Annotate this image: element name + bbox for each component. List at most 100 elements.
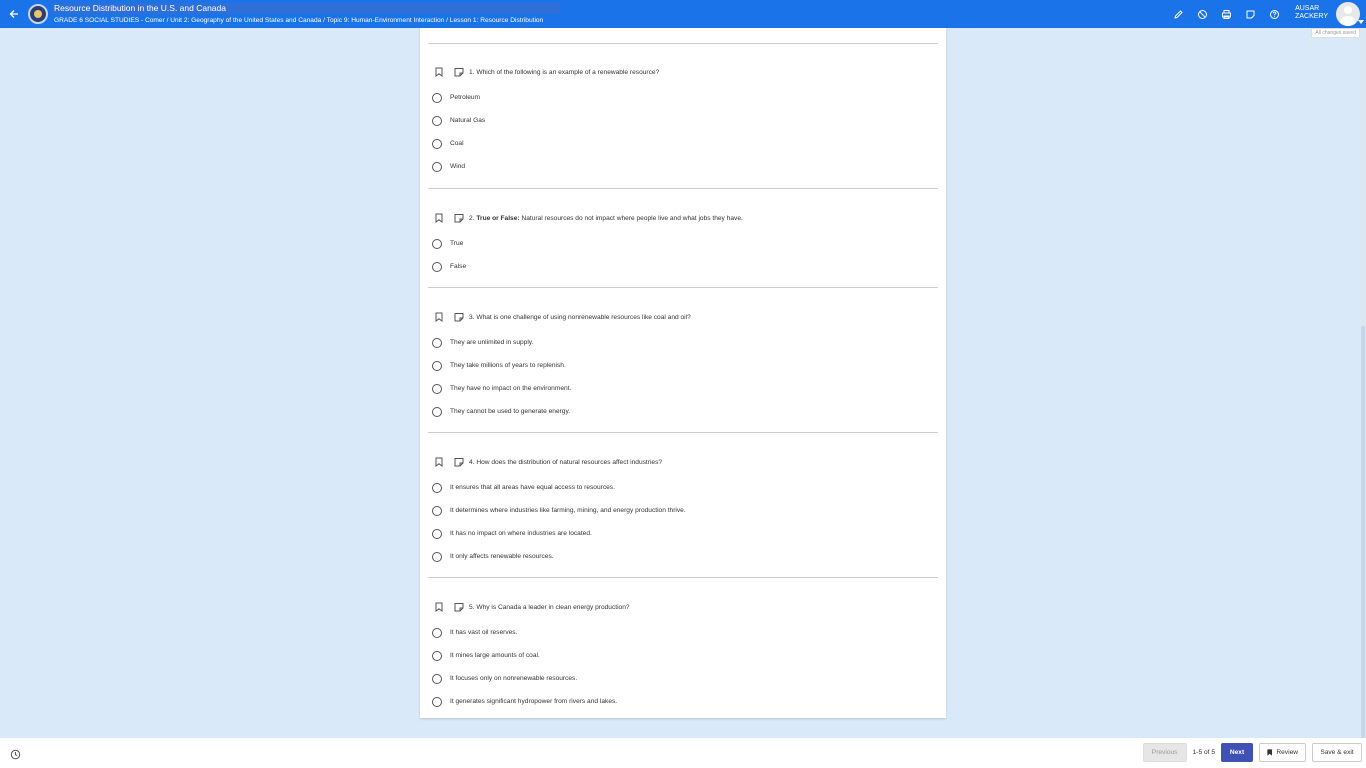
question-4: 4. How does the distribution of natural … — [428, 456, 938, 568]
highlighter-button[interactable] — [1170, 6, 1186, 22]
question-text: 4. How does the distribution of natural … — [469, 458, 663, 466]
arrow-left-icon — [9, 10, 18, 18]
radio-button[interactable] — [432, 406, 442, 417]
answer-option[interactable]: They are unlimited in supply. — [432, 331, 938, 354]
note-button[interactable] — [454, 67, 464, 77]
divider — [428, 432, 938, 433]
eliminator-button[interactable] — [1194, 6, 1210, 22]
answer-option[interactable]: Coal — [432, 132, 938, 155]
radio-button[interactable] — [432, 650, 442, 661]
answer-option[interactable]: It has vast oil reserves. — [432, 621, 938, 644]
question-2: 2. True or False: Natural resources do n… — [428, 212, 938, 278]
clock-icon — [10, 749, 21, 760]
bookmark-button[interactable] — [434, 67, 444, 77]
note-button[interactable] — [454, 457, 464, 467]
note-button[interactable] — [454, 213, 464, 223]
question-1: 1. Which of the following is an example … — [428, 66, 938, 178]
radio-button[interactable] — [432, 696, 442, 707]
divider — [428, 577, 938, 578]
question-text: 2. True or False: Natural resources do n… — [469, 214, 743, 222]
answer-option[interactable]: It determines where industries like farm… — [432, 499, 938, 522]
bookmark-button[interactable] — [434, 213, 444, 223]
answer-option[interactable]: It focuses only on nonrenewable resource… — [432, 667, 938, 690]
radio-button[interactable] — [432, 551, 442, 562]
previous-button[interactable]: Previous — [1142, 743, 1187, 762]
radio-button[interactable] — [432, 92, 442, 103]
answer-option[interactable]: They have no impact on the environment. — [432, 377, 938, 400]
avatar[interactable] — [1336, 2, 1360, 26]
answer-option[interactable]: It only affects renewable resources. — [432, 545, 938, 568]
answer-option[interactable]: They take millions of years to replenish… — [432, 354, 938, 377]
pager-text: 1-5 of 5 — [1192, 749, 1215, 756]
bookmark-icon — [435, 213, 443, 223]
answer-option[interactable]: Petroleum — [432, 86, 938, 109]
sticky-note-icon — [454, 68, 464, 77]
sticky-note-icon — [454, 458, 464, 467]
page-title: Resource Distribution in the U.S. and Ca… — [52, 2, 560, 14]
bookmark-icon — [435, 602, 443, 612]
answer-option[interactable]: False — [432, 255, 938, 278]
answer-option[interactable]: Natural Gas — [432, 109, 938, 132]
answer-option[interactable]: It generates significant hydropower from… — [432, 690, 938, 713]
sticky-note-icon — [454, 313, 464, 322]
radio-button[interactable] — [432, 505, 442, 516]
question-text: 3. What is one challenge of using nonren… — [469, 313, 691, 321]
radio-button[interactable] — [432, 161, 442, 172]
back-button[interactable] — [0, 0, 28, 28]
user-last-name: ZACKERY — [1295, 13, 1328, 20]
divider — [428, 188, 938, 189]
answer-option[interactable]: It ensures that all areas have equal acc… — [432, 476, 938, 499]
questions-card: 1. Which of the following is an example … — [420, 28, 946, 718]
answer-option[interactable]: They cannot be used to generate energy. — [432, 400, 938, 423]
radio-button[interactable] — [432, 528, 442, 539]
user-name[interactable]: AUSAR ZACKERY — [1295, 5, 1328, 21]
bookmark-button[interactable] — [434, 457, 444, 467]
note-button[interactable] — [454, 312, 464, 322]
radio-button[interactable] — [432, 360, 442, 371]
top-bar: Resource Distribution in the U.S. and Ca… — [0, 0, 1366, 28]
save-exit-button[interactable]: Save & exit — [1312, 743, 1362, 762]
bookmark-button[interactable] — [434, 312, 444, 322]
answer-option[interactable]: True — [432, 232, 938, 255]
sticky-note-icon — [454, 603, 464, 612]
help-button[interactable] — [1266, 6, 1282, 22]
radio-button[interactable] — [432, 337, 442, 348]
save-status: All changes saved — [1311, 28, 1360, 38]
question-3: 3. What is one challenge of using nonren… — [428, 311, 938, 423]
user-first-name: AUSAR — [1295, 5, 1320, 12]
radio-button[interactable] — [432, 627, 442, 638]
note-button[interactable] — [454, 602, 464, 612]
radio-button[interactable] — [432, 115, 442, 126]
review-button[interactable]: Review — [1259, 743, 1306, 762]
radio-button[interactable] — [432, 261, 442, 272]
breadcrumb: GRADE 6 SOCIAL STUDIES - Comer / Unit 2:… — [54, 16, 544, 24]
help-circle-icon — [1269, 9, 1279, 19]
bookmark-icon — [1267, 749, 1272, 756]
radio-button[interactable] — [432, 673, 442, 684]
bookmark-button[interactable] — [434, 602, 444, 612]
district-logo — [28, 4, 48, 24]
bookmark-icon — [435, 312, 443, 322]
notes-button[interactable] — [1242, 6, 1258, 22]
print-button[interactable] — [1218, 6, 1234, 22]
answer-option[interactable]: It has no impact on where industries are… — [432, 522, 938, 545]
sticky-note-icon — [1246, 10, 1254, 18]
radio-button[interactable] — [432, 482, 442, 493]
chevron-down-icon[interactable] — [1358, 20, 1364, 24]
scrollbar-thumb[interactable] — [1361, 326, 1365, 764]
pencil-icon — [1173, 9, 1183, 19]
radio-button[interactable] — [432, 383, 442, 394]
history-button[interactable] — [10, 747, 21, 760]
radio-button[interactable] — [432, 138, 442, 149]
question-text: 5. Why is Canada a leader in clean energ… — [469, 603, 630, 611]
question-text: 1. Which of the following is an example … — [469, 68, 660, 76]
answer-option[interactable]: Wind — [432, 155, 938, 178]
radio-button[interactable] — [432, 238, 442, 249]
scrollbar-track[interactable] — [1360, 28, 1366, 764]
review-label: Review — [1276, 749, 1298, 756]
printer-icon — [1221, 9, 1231, 19]
next-button[interactable]: Next — [1221, 743, 1253, 762]
bookmark-icon — [435, 67, 443, 77]
answer-option[interactable]: It mines large amounts of coal. — [432, 644, 938, 667]
footer-bar: Previous 1-5 of 5 Next Review Save & exi… — [0, 738, 1366, 768]
